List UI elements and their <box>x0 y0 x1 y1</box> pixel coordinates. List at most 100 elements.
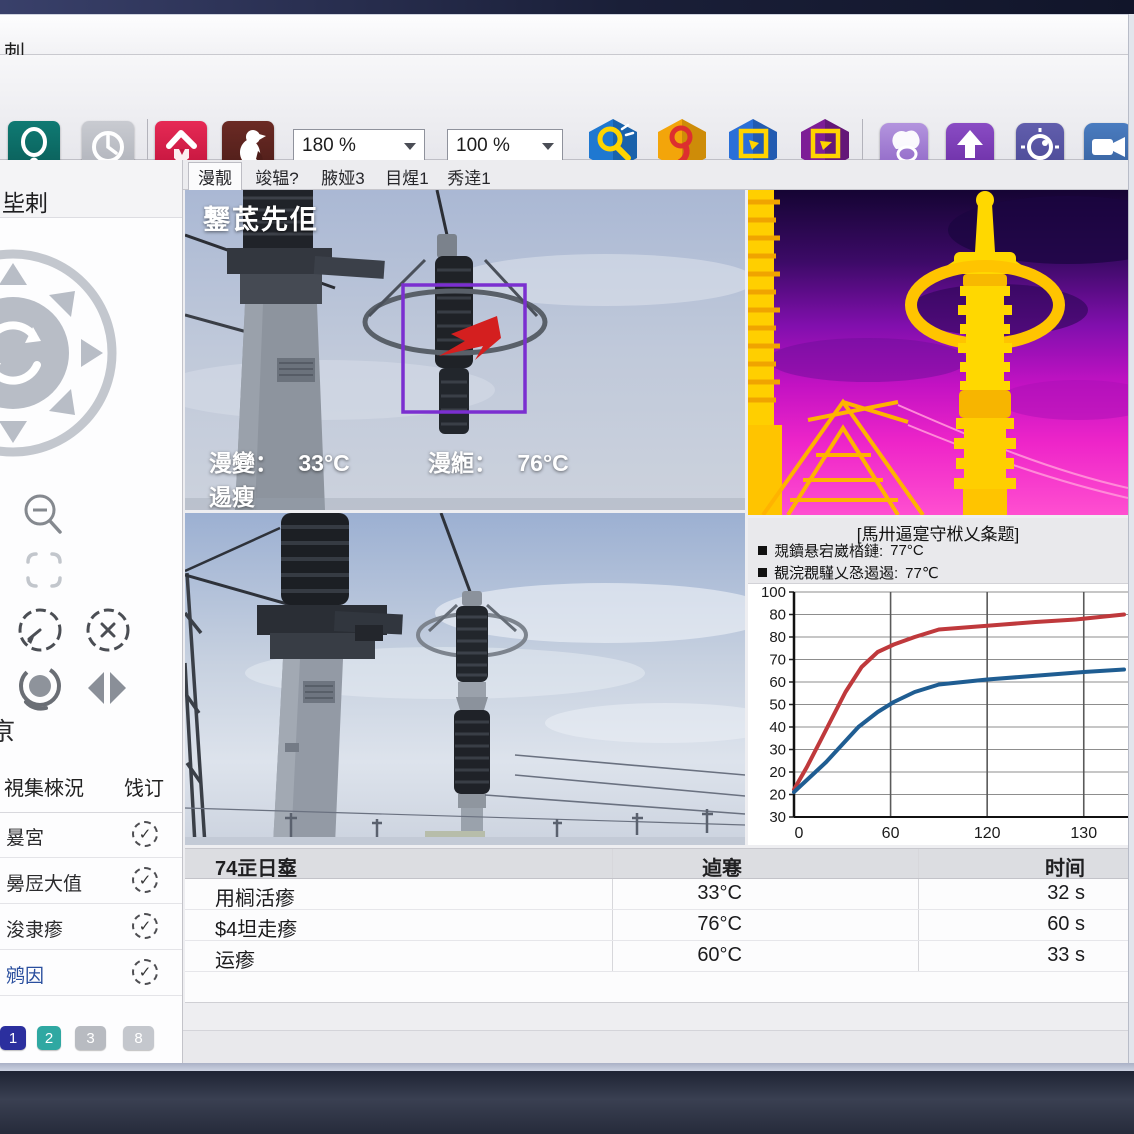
tab-view-1[interactable]: 漫靓 <box>188 162 242 190</box>
svg-text:70: 70 <box>769 652 786 669</box>
substation-photo-2 <box>185 513 745 845</box>
check-glyph: ✓ <box>139 825 152 843</box>
zoom-out-icon[interactable] <box>20 492 66 538</box>
window-right-edge <box>1128 14 1134 1063</box>
thermal-image <box>748 190 1128 515</box>
left-sidebar: 坒剌 <box>0 160 183 1063</box>
table-row[interactable]: 用榈活瘆 33°C 32 s <box>185 879 1128 910</box>
tab-label: 目煋1 <box>385 164 428 189</box>
page-button-8[interactable]: 8 <box>123 1026 154 1050</box>
analysis-legend-panel: [馬卅逼寔守栿乂夈题] 覝鑟悬宕崴㭼鏈: 77°C 覩浣覠騹乂㤂遏遏: 77℃ <box>748 518 1128 584</box>
visible-video-panel-2 <box>185 513 745 845</box>
gauge-cross-icon[interactable] <box>84 606 132 654</box>
table-row[interactable]: $4坦走瘆 76°C 60 s <box>185 910 1128 941</box>
cell-time: 32 s <box>945 882 1085 905</box>
focus-brackets-icon[interactable] <box>22 548 66 592</box>
legend-label: 覩浣覠騹乂㤂遏遏: <box>774 562 898 583</box>
legend-line-1: 覝鑟悬宕崴㭼鏈: 77°C <box>758 540 924 561</box>
svg-text:60: 60 <box>882 825 900 842</box>
check-glyph: ✓ <box>139 871 152 889</box>
page-label: 1 <box>9 1030 17 1047</box>
left-right-arrows-icon[interactable] <box>86 668 132 708</box>
check-glyph: ✓ <box>139 963 152 981</box>
page-button-1[interactable]: 1 <box>0 1026 26 1050</box>
svg-text:40: 40 <box>769 719 786 736</box>
svg-text:20: 20 <box>769 764 786 781</box>
svg-text:100: 100 <box>761 584 786 601</box>
measurement-table-header: 74㱏日㝧 逌寋 时间 <box>185 848 1128 879</box>
check-circle-icon[interactable]: ✓ <box>132 821 158 847</box>
temp-extra-overlay: 逷瘦 <box>209 478 255 510</box>
cell-name: 运瘆 <box>215 944 255 973</box>
option-row-4[interactable]: 鹓因 ✓ <box>0 951 182 996</box>
col-header-time: 时间 <box>945 852 1085 881</box>
chevron-down-icon <box>404 143 416 150</box>
cell-temp: 76°C <box>612 913 742 936</box>
page-button-3[interactable]: 3 <box>75 1026 106 1050</box>
ptz-section-header: 坒剌 <box>0 160 183 218</box>
ptz-header-text: 坒剌 <box>2 184 48 218</box>
scale-percent-value: 100 % <box>456 135 510 157</box>
temp1-value: 33°C <box>298 450 349 476</box>
option-label: 浚隶瘆 <box>6 915 63 942</box>
zoom-percent-dropdown[interactable]: 180 % <box>293 129 425 163</box>
svg-text:30: 30 <box>769 809 786 826</box>
monitor-bottom-bezel <box>0 1071 1134 1134</box>
table-empty-row <box>185 972 1128 1003</box>
chevron-down-icon <box>542 143 554 150</box>
tab-label: 竣辒? <box>255 164 298 189</box>
legend-marker-square <box>758 568 767 577</box>
page-label: 2 <box>45 1030 53 1047</box>
window-bottom-edge <box>0 1063 1134 1071</box>
scale-percent-dropdown[interactable]: 100 % <box>447 129 563 163</box>
check-glyph: ✓ <box>139 917 152 935</box>
col-header-temp: 逌寋 <box>612 852 742 881</box>
svg-text:80: 80 <box>769 629 786 646</box>
tab-label: 秀逹1 <box>447 164 490 189</box>
option-row-1[interactable]: 㬊宮 ✓ <box>0 813 182 858</box>
app-screen: 刺 逢德 出明 宁皎逢 <box>0 0 1134 1134</box>
svg-text:80: 80 <box>769 607 786 624</box>
option-row-2[interactable]: 㬅㞐大值 ✓ <box>0 859 182 904</box>
page-button-2[interactable]: 2 <box>37 1026 61 1050</box>
main-toolbar: 逢德 出明 宁皎逢 囡姨寿 <box>0 55 1134 160</box>
temp1-overlay: 漫變： 33°C <box>209 444 350 478</box>
legend-label: 覝鑟悬宕崴㭼鏈: <box>774 540 883 561</box>
zoom-percent-value: 180 % <box>302 135 356 157</box>
tab-view-5[interactable]: 秀逹1 <box>440 162 498 190</box>
sidebar-tab-status[interactable]: 視集棶況 <box>4 772 84 801</box>
svg-text:20: 20 <box>769 787 786 804</box>
sidebar-tab-stats[interactable]: 饯订 <box>124 772 164 801</box>
ptz-control-wheel[interactable] <box>0 245 121 461</box>
temp2-label: 漫縆： <box>428 450 497 476</box>
svg-text:50: 50 <box>769 697 786 714</box>
temperature-chart: 10080807060504030202030060120130 <box>748 584 1128 845</box>
check-circle-icon[interactable]: ✓ <box>132 959 158 985</box>
svg-text:30: 30 <box>769 742 786 759</box>
check-circle-icon[interactable]: ✓ <box>132 913 158 939</box>
tab-label: 腋娅3 <box>321 164 364 189</box>
legend-line-2: 覩浣覠騹乂㤂遏遏: 77℃ <box>758 562 939 583</box>
camera-watermark: 鑋茋先佢 <box>203 198 319 237</box>
table-row[interactable]: 运瘆 60°C 33 s <box>185 941 1128 972</box>
temp2-value: 76°C <box>517 450 568 476</box>
col-header-name: 74㱏日㝧 <box>215 852 297 881</box>
tab-view-2[interactable]: 竣辒? <box>246 162 308 190</box>
window-titlebar: 刺 <box>0 14 1134 55</box>
iris-record-icon[interactable] <box>16 664 64 712</box>
cell-name: 用榈活瘆 <box>215 882 295 911</box>
svg-text:130: 130 <box>1070 825 1097 842</box>
page-label: 8 <box>134 1030 142 1047</box>
cell-temp: 60°C <box>612 944 742 967</box>
view-tabstrip: 漫靓 竣辒? 腋娅3 目煋1 秀逹1 <box>183 160 1128 190</box>
tab-view-4[interactable]: 目煋1 <box>378 162 436 190</box>
gauge-dial-icon[interactable] <box>16 606 64 654</box>
monitor-top-bezel <box>0 0 1134 14</box>
tab-view-3[interactable]: 腋娅3 <box>312 162 374 190</box>
option-label: 㬊宮 <box>6 823 44 850</box>
svg-text:120: 120 <box>974 825 1001 842</box>
visible-video-panel: 鑋茋先佢 漫變： 33°C 漫縆： 76°C 逷瘦 <box>185 190 745 510</box>
check-circle-icon[interactable]: ✓ <box>132 867 158 893</box>
option-row-3[interactable]: 浚隶瘆 ✓ <box>0 905 182 950</box>
statusbar <box>183 1030 1128 1063</box>
